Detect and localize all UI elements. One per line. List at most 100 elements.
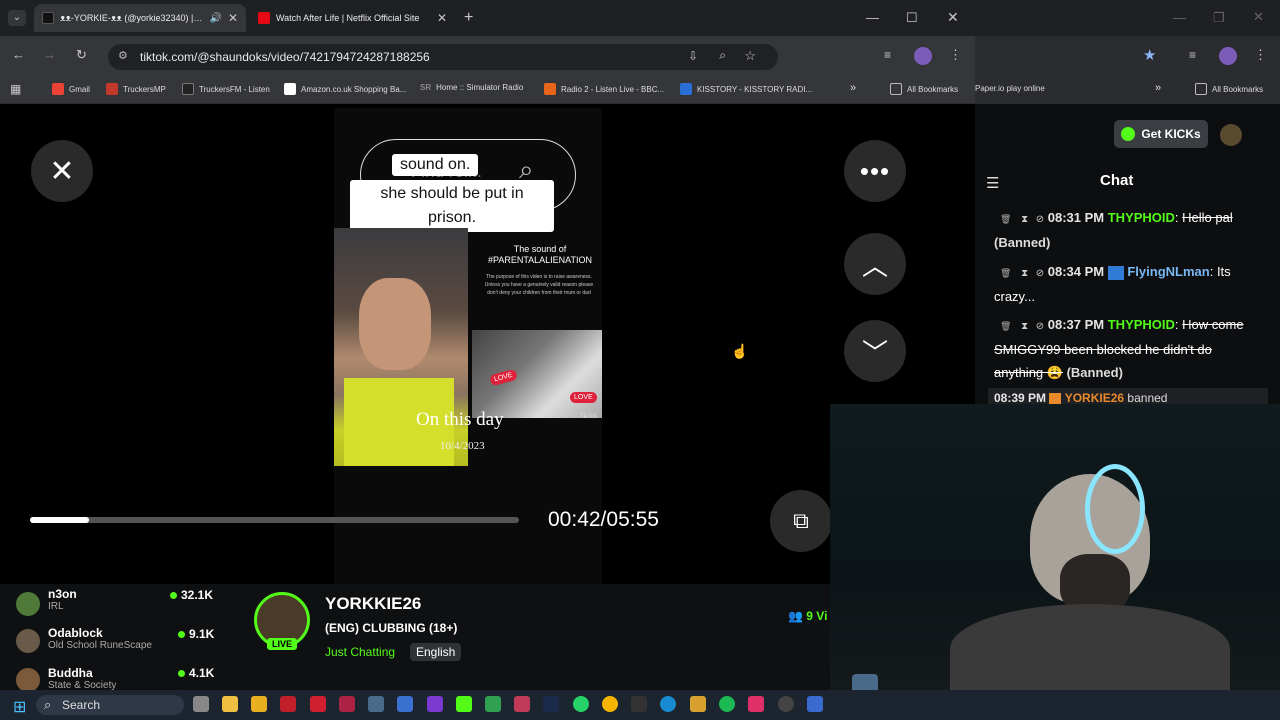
site-info-icon[interactable]: ⚙ [118, 49, 128, 62]
address-bar[interactable]: ⚙ tiktok.com/@shaundoks/video/7421794724… [108, 44, 778, 70]
close-window-icon[interactable]: ✕ [947, 9, 959, 26]
channel-category: Old School RuneScape [48, 640, 152, 651]
get-kicks-button[interactable]: Get KICKs [1114, 120, 1208, 148]
edge-icon[interactable] [660, 696, 676, 712]
app-icon[interactable] [631, 696, 647, 712]
red-app-icon[interactable] [280, 696, 296, 712]
bookmark-simulator-radio[interactable]: SR Home :: Simulator Radio [420, 83, 523, 92]
timeout-icon[interactable]: ⧗ [1021, 268, 1028, 279]
app-icon[interactable] [690, 696, 706, 712]
close-video-button[interactable]: ✕ [31, 140, 93, 202]
avatar[interactable] [16, 629, 40, 653]
recommended-channel[interactable]: n3on IRL [48, 587, 77, 612]
timeout-icon[interactable]: ⧗ [1021, 214, 1028, 225]
streamer-name[interactable]: YORKKIE26 [325, 594, 421, 614]
message-user[interactable]: YORKIE26 [1065, 391, 1124, 404]
affinity-icon[interactable] [514, 696, 530, 712]
spotify-icon[interactable] [719, 696, 735, 712]
previous-video-button[interactable]: ︿ [844, 233, 906, 295]
tab-search-icon[interactable]: ⌄ [8, 10, 26, 26]
chrome-icon[interactable] [602, 696, 618, 712]
file-explorer-icon[interactable] [222, 696, 238, 712]
bookmark-truckersmp[interactable]: TruckersMP [106, 83, 166, 95]
taskbar-search[interactable]: ⌕ Search [36, 695, 184, 715]
rockstar-icon[interactable] [251, 696, 267, 712]
progress-track[interactable] [30, 517, 519, 523]
more-bookmarks-icon[interactable]: » [850, 82, 856, 94]
whatsapp-icon[interactable] [573, 696, 589, 712]
media-icon[interactable]: ≡ [1189, 48, 1196, 62]
message-user[interactable]: THYPHOID [1108, 317, 1175, 332]
close-window-icon[interactable]: ✕ [1253, 9, 1264, 25]
install-icon[interactable]: ⇩ [688, 49, 698, 63]
radio-app-icon[interactable] [310, 696, 326, 712]
all-bookmarks[interactable]: All Bookmarks [1195, 83, 1263, 95]
ban-icon[interactable]: ⊘ [1036, 268, 1044, 279]
tiktok-icon[interactable] [748, 696, 764, 712]
restore-icon[interactable]: ❐ [1213, 10, 1225, 26]
all-bookmarks[interactable]: All Bookmarks [890, 83, 958, 95]
timeout-icon[interactable]: ⧗ [1021, 321, 1028, 332]
media-icon[interactable]: ≡ [884, 48, 891, 62]
twitch-icon[interactable] [427, 696, 443, 712]
avatar[interactable] [16, 668, 40, 692]
speaker-icon[interactable]: 🔊 [209, 13, 221, 24]
video-date: 10/4/2023 [440, 440, 485, 452]
ban-icon[interactable]: ⊘ [1036, 214, 1044, 225]
user-avatar[interactable] [1220, 124, 1242, 146]
menu-icon[interactable]: ⋮ [1254, 47, 1267, 63]
truck-app-icon[interactable] [368, 696, 384, 712]
back-icon[interactable]: ← [12, 47, 25, 62]
avatar[interactable] [16, 592, 40, 616]
bookmark-gmail[interactable]: Gmail [52, 83, 90, 95]
language-tag[interactable]: English [410, 643, 462, 661]
minimize-icon[interactable]: — [866, 10, 879, 25]
profile-avatar[interactable] [1219, 47, 1237, 65]
reload-icon[interactable]: ↻ [76, 47, 87, 63]
app-icon[interactable] [339, 696, 355, 712]
maximize-icon[interactable]: ☐ [906, 10, 918, 26]
app-icon[interactable] [807, 696, 823, 712]
delete-icon[interactable]: 🗑 [1000, 214, 1011, 224]
more-options-button[interactable]: ••• [844, 140, 906, 202]
menu-icon[interactable]: ⋮ [949, 47, 962, 63]
close-tab-icon[interactable]: ✕ [228, 11, 238, 25]
bookmark-truckersfm[interactable]: TruckersFM - Listen [182, 83, 270, 95]
apps-icon[interactable]: ▦ [10, 82, 21, 96]
zoom-icon[interactable]: ⌕ [719, 48, 726, 63]
task-view-icon[interactable] [193, 696, 209, 712]
kick-icon[interactable] [456, 696, 472, 712]
close-tab-icon[interactable]: ✕ [437, 11, 447, 25]
minimize-icon[interactable]: — [1173, 10, 1186, 25]
stream-category[interactable]: Just Chatting [325, 645, 395, 659]
more-bookmarks-icon[interactable]: » [1155, 82, 1161, 94]
bookmark-amazon[interactable]: Amazon.co.uk Shopping Ba... [284, 83, 406, 95]
profile-avatar[interactable] [914, 47, 932, 65]
collapse-chat-icon[interactable]: ☰ [986, 174, 999, 192]
bootstrap-icon[interactable] [397, 696, 413, 712]
bookmark-radio2[interactable]: Radio 2 - Listen Live - BBC... [544, 83, 664, 95]
delete-icon[interactable]: 🗑 [1000, 321, 1011, 331]
tab-netflix[interactable]: Watch After Life | Netflix Official Site… [250, 4, 455, 32]
xbox-icon[interactable] [485, 696, 501, 712]
message-user[interactable]: THYPHOID [1108, 210, 1175, 225]
steam-icon[interactable] [543, 696, 559, 712]
message-user[interactable]: FlyingNLman [1127, 264, 1209, 279]
recommended-channel[interactable]: Odablock Old School RuneScape [48, 626, 152, 651]
windows-start-icon[interactable]: ⊞ [13, 697, 26, 717]
tab-title: ᴥᴥ-YORKIE-ᴥᴥ (@yorkie32340) | TikTok [60, 13, 203, 23]
delete-icon[interactable]: 🗑 [1000, 268, 1011, 278]
pip-button[interactable]: ⧉ [770, 490, 832, 552]
bookmark-star-icon[interactable]: ☆ [744, 48, 756, 64]
new-tab-icon[interactable]: + [464, 9, 473, 27]
obs-icon[interactable] [778, 696, 794, 712]
recommended-channel[interactable]: Buddha State & Society [48, 666, 116, 690]
forward-icon[interactable]: → [43, 47, 56, 62]
gmail-icon [52, 83, 64, 95]
bookmark-star-icon[interactable]: ★ [1143, 46, 1156, 64]
next-video-button[interactable]: ﹀ [844, 320, 906, 382]
bookmark-paperio[interactable]: Paper.io play online [975, 84, 1045, 93]
tab-tiktok[interactable]: ᴥᴥ-YORKIE-ᴥᴥ (@yorkie32340) | TikTok 🔊 ✕ [34, 4, 246, 32]
ban-icon[interactable]: ⊘ [1036, 321, 1044, 332]
bookmark-kisstory[interactable]: KISSTORY - KISSTORY RADI... [680, 83, 812, 95]
